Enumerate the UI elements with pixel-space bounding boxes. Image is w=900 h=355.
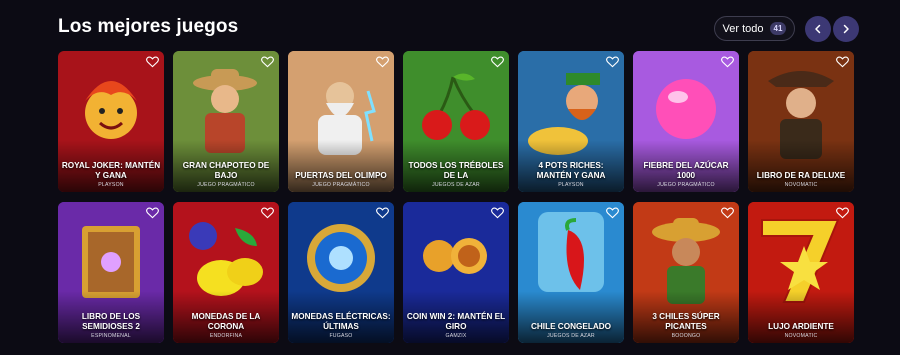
game-card[interactable]: CHILE CONGELADO JUEGOS DE AZAR [518,202,624,343]
game-title: LIBRO DE LOS SEMIDIOSES 2 [81,312,141,331]
game-provider: ESPINOMENAL [91,333,131,339]
game-provider: BOOONGO [671,333,701,339]
game-title: PUERTAS DEL OLIMPO [295,170,387,180]
game-title: 4 POTS RICHES: MANTÉN Y GANA [536,161,606,180]
game-card[interactable]: PUERTAS DEL OLIMPO JUEGO PRAGMÁTICO [288,51,394,192]
game-title: MONEDAS ELÉCTRICAS: ÚLTIMAS [291,312,391,331]
game-card[interactable]: TODOS LOS TRÉBOLES DE LA JUEGOS DE AZAR [403,51,509,192]
heart-icon[interactable] [606,207,619,219]
game-provider: GAMZIX [445,333,467,339]
heart-icon[interactable] [836,56,849,68]
game-provider: NOVOMATIC [784,333,818,339]
game-card[interactable]: ROYAL JOKER: MANTÉN Y GANA PLAYSON [58,51,164,192]
game-title: TODOS LOS TRÉBOLES DE LA [408,161,504,180]
game-card[interactable]: FIEBRE DEL AZÚCAR 1000 JUEGO PRAGMÁTICO [633,51,739,192]
game-card[interactable]: LIBRO DE RA DELUXE NOVOMATIC [748,51,854,192]
heart-icon[interactable] [721,56,734,68]
game-provider: PLAYSON [558,182,584,188]
game-provider: JUEGOS DE AZAR [432,182,480,188]
game-card[interactable]: LIBRO DE LOS SEMIDIOSES 2 ESPINOMENAL [58,202,164,343]
games-row: ROYAL JOKER: MANTÉN Y GANA PLAYSON GRAN CH… [58,51,858,192]
heart-icon[interactable] [491,56,504,68]
game-title: MONEDAS DE LA CORONA [191,312,261,331]
game-title: COIN WIN 2: MANTÉN EL GIRO [406,312,506,331]
game-provider: JUEGO PRAGMÁTICO [197,182,255,188]
games-row: LIBRO DE LOS SEMIDIOSES 2 ESPINOMENAL MONE… [58,202,858,343]
section-header: Los mejores juegos Ver todo 41 [0,0,900,55]
game-card[interactable]: MONEDAS DE LA CORONA ENDORFINA [173,202,279,343]
game-provider: JUEGOS DE AZAR [547,333,595,339]
heart-icon[interactable] [376,207,389,219]
chevron-left-icon [815,24,821,34]
next-button[interactable] [833,16,859,42]
game-title: GRAN CHAPOTEO DE BAJO [182,161,270,180]
game-provider: PLAYSON [98,182,124,188]
game-title: CHILE CONGELADO [530,321,612,331]
heart-icon[interactable] [146,56,159,68]
game-provider: JUEGO PRAGMÁTICO [312,182,370,188]
game-title: 3 CHILES SÚPER PICANTES [652,312,720,331]
heart-icon[interactable] [836,207,849,219]
game-provider: JUEGO PRAGMÁTICO [657,182,715,188]
heart-icon[interactable] [606,56,619,68]
game-card[interactable]: MONEDAS ELÉCTRICAS: ÚLTIMAS FUGASO [288,202,394,343]
heart-icon[interactable] [376,56,389,68]
game-provider: NOVOMATIC [784,182,818,188]
games-count-badge: 41 [769,22,787,35]
view-all-label: Ver todo [722,22,764,35]
heart-icon[interactable] [721,207,734,219]
game-title: LIBRO DE RA DELUXE [756,170,846,180]
view-all-button[interactable]: Ver todo 41 [714,16,795,41]
game-provider: FUGASO [329,333,353,339]
game-card[interactable]: GRAN CHAPOTEO DE BAJO JUEGO PRAGMÁTICO [173,51,279,192]
heart-icon[interactable] [261,207,274,219]
game-card[interactable]: COIN WIN 2: MANTÉN EL GIRO GAMZIX [403,202,509,343]
section-title: Los mejores juegos [58,16,239,37]
heart-icon[interactable] [261,56,274,68]
game-title: ROYAL JOKER: MANTÉN Y GANA [61,161,161,180]
game-title: LUJO ARDIENTE [768,321,834,331]
games-grid: ROYAL JOKER: MANTÉN Y GANA PLAYSON GRAN CH… [58,51,858,353]
game-title: FIEBRE DEL AZÚCAR 1000 [643,161,729,180]
game-card[interactable]: LUJO ARDIENTE NOVOMATIC [748,202,854,343]
game-card[interactable]: 4 POTS RICHES: MANTÉN Y GANA PLAYSON [518,51,624,192]
chevron-right-icon [843,24,849,34]
game-provider: ENDORFINA [209,333,243,339]
heart-icon[interactable] [491,207,504,219]
heart-icon[interactable] [146,207,159,219]
previous-button[interactable] [805,16,831,42]
game-card[interactable]: 3 CHILES SÚPER PICANTES BOOONGO [633,202,739,343]
